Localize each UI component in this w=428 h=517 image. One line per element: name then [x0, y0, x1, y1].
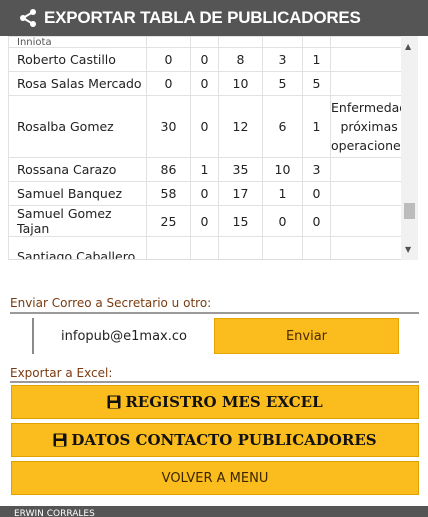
cell-value: 1: [262, 181, 303, 206]
cell-value: 0: [190, 71, 219, 96]
publisher-name: Rosa Salas Mercado: [8, 71, 147, 96]
table-row: Rosalba Gomez 30 0 12 6 1 Enfermedad pró…: [8, 95, 409, 158]
publisher-name: Rossana Carazo: [8, 157, 147, 182]
cell-value: 3: [262, 47, 303, 72]
publishers-table-container[interactable]: Inniota Roberto Castillo 0 0 8 3 1 Rosa …: [8, 36, 418, 260]
cell-value: 5: [262, 71, 303, 96]
cell-value: 30: [146, 95, 191, 158]
registro-excel-button[interactable]: REGISTRO MES EXCEL: [11, 385, 419, 419]
cell-value: 25: [146, 205, 191, 237]
cell-value: 1: [302, 95, 331, 158]
section-divider: [10, 312, 419, 314]
scroll-down-arrow-icon[interactable]: ▼: [405, 245, 411, 254]
cell-value: 58: [146, 181, 191, 206]
cell-value: 1: [190, 157, 219, 182]
publisher-name: Inniota: [8, 36, 147, 48]
cell-value: 15: [218, 205, 263, 237]
cell-value: 10: [262, 157, 303, 182]
cell-value: 35: [218, 157, 263, 182]
table-row: Roberto Castillo 0 0 8 3 1: [8, 47, 409, 72]
email-input[interactable]: infopub@e1max.co: [32, 318, 214, 354]
datos-contacto-button[interactable]: DATOS CONTACTO PUBLICADORES: [11, 423, 419, 457]
registro-excel-label: REGISTRO MES EXCEL: [125, 393, 323, 411]
publisher-name: Rosalba Gomez: [8, 95, 147, 158]
cell-observation: [329, 47, 409, 72]
cell-observation: [329, 236, 409, 259]
export-section-label: Exportar a Excel:: [10, 366, 113, 380]
app-header: EXPORTAR TABLA DE PUBLICADORES: [0, 0, 428, 36]
table-row: Santiago Caballero: [8, 236, 409, 259]
cell-value: 3: [302, 157, 331, 182]
floppy-disk-icon: [53, 433, 67, 447]
cell-value: 0: [146, 47, 191, 72]
publisher-name: Samuel Gomez Tajan: [8, 205, 147, 237]
cell-value: [190, 236, 219, 259]
cell-value: [218, 236, 263, 259]
publisher-name: Santiago Caballero: [8, 236, 147, 259]
publisher-name: Samuel Banquez: [8, 181, 147, 206]
section-divider: [10, 381, 419, 383]
cell-value: 0: [190, 181, 219, 206]
cell-value: 0: [190, 95, 219, 158]
cell-value: 0: [302, 181, 331, 206]
scrollbar-thumb[interactable]: [404, 203, 415, 219]
page-title: EXPORTAR TABLA DE PUBLICADORES: [44, 8, 361, 27]
cell-value: 12: [218, 95, 263, 158]
cell-value: 0: [146, 71, 191, 96]
cell-value: [146, 236, 191, 259]
cell-value: 0: [190, 205, 219, 237]
publisher-name: Roberto Castillo: [8, 47, 147, 72]
table-row: Rosa Salas Mercado 0 0 10 5 5: [8, 71, 409, 96]
cell-value: 0: [302, 205, 331, 237]
cell-observation: [329, 205, 409, 237]
send-button[interactable]: Enviar: [214, 318, 399, 354]
email-section-label: Enviar Correo a Secretario u otro:: [10, 296, 212, 310]
cell-observation: Enfermedad próximas operaciones: [329, 95, 409, 158]
cell-observation: [329, 157, 409, 182]
cell-value: 86: [146, 157, 191, 182]
table-row: Rossana Carazo 86 1 35 10 3: [8, 157, 409, 182]
floppy-disk-icon: [107, 395, 121, 409]
table-row: Samuel Banquez 58 0 17 1 0: [8, 181, 409, 206]
table-scrollbar[interactable]: ▲ ▼: [401, 36, 418, 260]
share-icon: [20, 9, 36, 27]
cell-value: 0: [190, 47, 219, 72]
datos-contacto-label: DATOS CONTACTO PUBLICADORES: [71, 431, 377, 449]
publishers-table: Inniota Roberto Castillo 0 0 8 3 1 Rosa …: [8, 36, 409, 259]
table-row: Inniota: [8, 36, 409, 48]
cell-observation: [329, 71, 409, 96]
cell-value: 8: [218, 47, 263, 72]
cell-value: 1: [302, 47, 331, 72]
footer: ERWIN CORRALES: [0, 506, 428, 517]
volver-menu-button[interactable]: VOLVER A MENU: [11, 461, 419, 495]
cell-value: 17: [218, 181, 263, 206]
cell-observation: [329, 181, 409, 206]
cell-value: [302, 236, 331, 259]
scroll-up-arrow-icon[interactable]: ▲: [405, 42, 411, 51]
cell-value: 0: [262, 205, 303, 237]
cell-value: 10: [218, 71, 263, 96]
table-row: Samuel Gomez Tajan 25 0 15 0 0: [8, 205, 409, 237]
cell-value: 6: [262, 95, 303, 158]
cell-value: 5: [302, 71, 331, 96]
cell-value: [262, 236, 303, 259]
